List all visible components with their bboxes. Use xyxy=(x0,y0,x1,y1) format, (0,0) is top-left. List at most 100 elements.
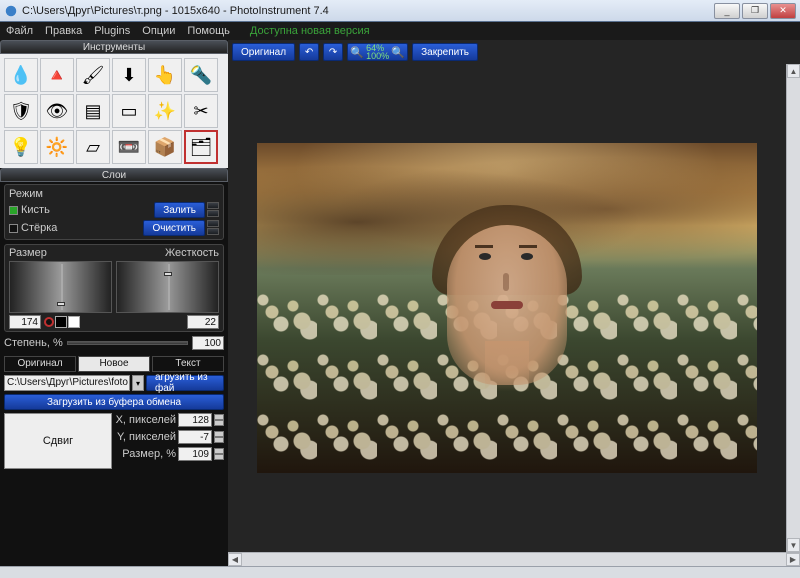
tool-smudge[interactable]: 👆 xyxy=(148,58,182,92)
path-dropdown-icon[interactable]: ▾ xyxy=(132,375,144,391)
close-button[interactable]: ✕ xyxy=(770,3,796,19)
tab-new-image[interactable]: Новое изображение xyxy=(78,356,150,372)
tool-cut[interactable]: ✂ xyxy=(184,94,218,128)
menubar: Файл Правка Plugins Опции Помощь Доступн… xyxy=(0,22,800,40)
app-icon xyxy=(4,4,18,18)
zoom-control: 🔍 64% 100% 🔍 xyxy=(347,43,408,61)
tool-bulb[interactable]: 🔆 xyxy=(40,130,74,164)
clear-up[interactable] xyxy=(207,220,219,227)
canvas-toolbar: Оригинал ↶ ↷ 🔍 64% 100% 🔍 Закрепить xyxy=(228,40,800,64)
tab-original[interactable]: Оригинал xyxy=(4,356,76,372)
y-label: Y, пикселей xyxy=(117,431,176,443)
scroll-up-icon[interactable]: ▲ xyxy=(787,64,800,78)
canvas-image xyxy=(257,143,757,473)
tool-light[interactable]: 💡 xyxy=(4,130,38,164)
size-down[interactable] xyxy=(214,454,224,460)
tab-text[interactable]: Текст xyxy=(152,356,224,372)
minimize-button[interactable]: _ xyxy=(714,3,740,19)
tool-drop[interactable]: 💧 xyxy=(4,58,38,92)
clear-button[interactable]: Очистить xyxy=(143,220,205,236)
tool-eraser[interactable]: ▱ xyxy=(76,130,110,164)
menu-options[interactable]: Опции xyxy=(142,25,175,37)
color-ring-icon[interactable] xyxy=(44,317,54,327)
dodge-icon: 🔦 xyxy=(190,65,212,86)
x-input[interactable] xyxy=(178,413,212,427)
zoom-in-icon[interactable]: 🔍 xyxy=(391,46,405,59)
bulb-icon: 🔆 xyxy=(46,137,68,158)
window-title: C:\Users\Друг\Pictures\т.png - 1015x640 … xyxy=(22,5,714,17)
tool-sharpen[interactable]: 🔺 xyxy=(40,58,74,92)
brush-checkbox[interactable]: Кисть xyxy=(9,204,50,216)
clear-down[interactable] xyxy=(207,228,219,235)
size-input[interactable] xyxy=(9,315,41,329)
degree-input[interactable] xyxy=(192,336,224,350)
red-eye-icon: 👁 xyxy=(46,101,69,122)
file-path-field[interactable]: C:\Users\Друг\Pictures\foto na xyxy=(4,375,130,391)
canvas-area: Оригинал ↶ ↷ 🔍 64% 100% 🔍 Закрепить xyxy=(228,40,800,566)
tool-tape[interactable]: 📼 xyxy=(112,130,146,164)
scroll-right-icon[interactable]: ▶ xyxy=(786,553,800,566)
eraser-icon: ▱ xyxy=(86,137,100,158)
fill-up[interactable] xyxy=(207,202,219,209)
zoom-bottom[interactable]: 100% xyxy=(366,52,389,60)
eraser-checkbox[interactable]: Стёрка xyxy=(9,222,57,234)
size-slider[interactable] xyxy=(9,261,112,313)
tool-shield[interactable]: 🛡 xyxy=(4,94,38,128)
tool-brush[interactable]: 🖌 xyxy=(76,58,110,92)
menu-file[interactable]: Файл xyxy=(6,25,33,37)
tool-dodge[interactable]: 🔦 xyxy=(184,58,218,92)
offset-size-label: Размер, % xyxy=(122,448,176,460)
tool-box[interactable]: 📦 xyxy=(148,130,182,164)
color-black[interactable] xyxy=(55,316,67,328)
tool-stamp[interactable]: ⬇ xyxy=(112,58,146,92)
scroll-down-icon[interactable]: ▼ xyxy=(787,538,800,552)
menu-plugins[interactable]: Plugins xyxy=(94,25,130,37)
load-from-file-button[interactable]: агрузить из фай xyxy=(146,375,224,391)
offset-size-input[interactable] xyxy=(178,447,212,461)
drop-icon: 💧 xyxy=(10,65,32,86)
tool-hue[interactable]: ▭ xyxy=(112,94,146,128)
menu-help[interactable]: Помощь xyxy=(187,25,230,37)
heal-icon: ✨ xyxy=(154,101,176,122)
x-down[interactable] xyxy=(214,420,224,426)
layers-panel-title: Слои xyxy=(0,168,228,182)
degree-label: Степень, % xyxy=(4,337,63,349)
statusbar xyxy=(0,566,800,578)
update-link[interactable]: Доступна новая версия xyxy=(250,25,370,37)
fill-down[interactable] xyxy=(207,210,219,217)
levels-icon: ▤ xyxy=(84,101,101,122)
tools-panel-title: Инструменты xyxy=(0,40,228,54)
left-panel: Инструменты 💧 🔺 🖌 ⬇ 👆 🔦 🛡 👁 ▤ ▭ ✨ ✂ 💡 🔆 ▱ 📼📦🗂 Слои Режи… xyxy=(0,40,228,566)
hardness-slider[interactable] xyxy=(116,261,219,313)
redo-button[interactable]: ↷ xyxy=(323,43,343,61)
undo-button[interactable]: ↶ xyxy=(299,43,319,61)
menu-edit[interactable]: Правка xyxy=(45,25,82,37)
y-input[interactable] xyxy=(178,430,212,444)
titlebar: C:\Users\Друг\Pictures\т.png - 1015x640 … xyxy=(0,0,800,22)
original-button[interactable]: Оригинал xyxy=(232,43,295,61)
tool-red-eye[interactable]: 👁 xyxy=(40,94,74,128)
shift-pad[interactable]: Сдвиг xyxy=(4,413,112,469)
viewport[interactable] xyxy=(228,64,786,552)
scroll-left-icon[interactable]: ◀ xyxy=(228,553,242,566)
vertical-scrollbar[interactable]: ▲ ▼ xyxy=(786,64,800,552)
hardness-input[interactable] xyxy=(187,315,219,329)
tool-layers-tool[interactable]: 🗂 xyxy=(184,130,218,164)
load-from-clipboard-button[interactable]: Загрузить из буфера обмена xyxy=(4,394,224,410)
zoom-out-icon[interactable]: 🔍 xyxy=(350,46,364,59)
stamp-icon: ⬇ xyxy=(121,65,136,86)
y-down[interactable] xyxy=(214,437,224,443)
layers-panel: Режим Кисть Залить Стёрка Очистить Разме… xyxy=(0,182,228,473)
brush-settings: РазмерЖесткость xyxy=(4,244,224,332)
pin-button[interactable]: Закрепить xyxy=(412,43,478,61)
sharpen-icon: 🔺 xyxy=(46,65,68,86)
shield-icon: 🛡 xyxy=(10,101,33,122)
fill-button[interactable]: Залить xyxy=(154,202,205,218)
hardness-label: Жесткость xyxy=(165,247,219,259)
degree-slider[interactable] xyxy=(67,341,188,345)
color-white[interactable] xyxy=(68,316,80,328)
maximize-button[interactable]: ❐ xyxy=(742,3,768,19)
horizontal-scrollbar[interactable]: ◀ ▶ xyxy=(228,552,800,566)
tool-levels[interactable]: ▤ xyxy=(76,94,110,128)
tool-heal[interactable]: ✨ xyxy=(148,94,182,128)
